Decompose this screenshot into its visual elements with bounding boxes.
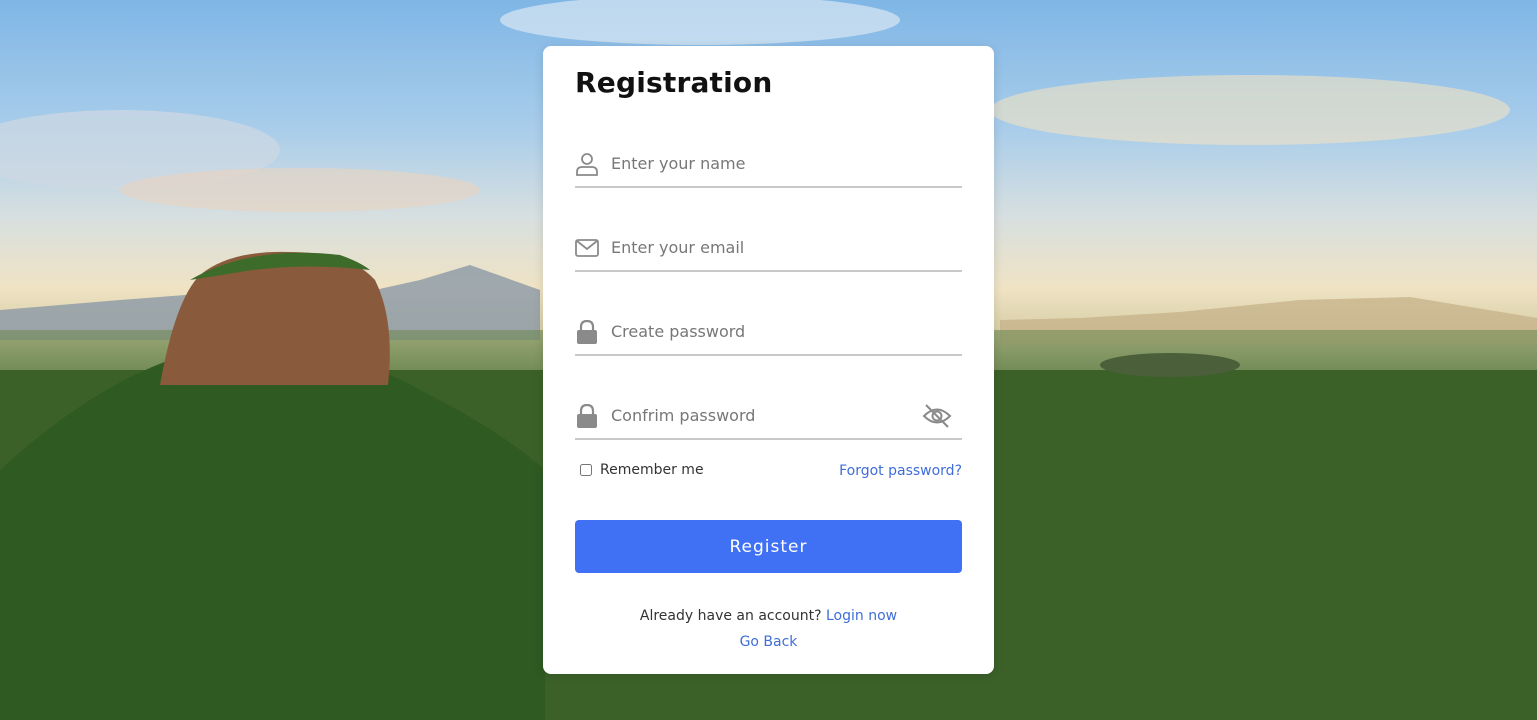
eye-slash-icon[interactable] xyxy=(922,403,952,429)
name-input[interactable] xyxy=(611,146,911,180)
email-input[interactable] xyxy=(611,230,911,264)
login-now-link[interactable]: Login now xyxy=(826,608,897,624)
register-button[interactable]: Register xyxy=(575,520,962,573)
registration-card: Registration Enter your name Enter your … xyxy=(543,46,994,674)
lock-icon xyxy=(577,320,597,344)
already-account-text: Already have an account? xyxy=(639,608,826,624)
remember-me-label: Remember me xyxy=(600,462,704,478)
lock-icon xyxy=(577,404,597,428)
go-back-link[interactable]: Go Back xyxy=(740,634,798,650)
login-prompt: Already have an account? Login now xyxy=(543,608,994,624)
forgot-password-link[interactable]: Forgot password? xyxy=(839,463,962,479)
remember-me-checkbox[interactable] xyxy=(580,464,592,476)
go-back: Go Back xyxy=(543,634,994,650)
create-password-field xyxy=(575,308,962,356)
name-field xyxy=(575,140,962,188)
confirm-password-input[interactable] xyxy=(611,398,911,432)
confirm-password-field xyxy=(575,392,962,440)
email-field xyxy=(575,224,962,272)
create-password-input[interactable] xyxy=(611,314,911,348)
remember-me: Remember me xyxy=(579,462,704,478)
user-icon xyxy=(576,153,598,176)
envelope-icon xyxy=(575,239,599,257)
page-title: Registration xyxy=(575,66,773,99)
